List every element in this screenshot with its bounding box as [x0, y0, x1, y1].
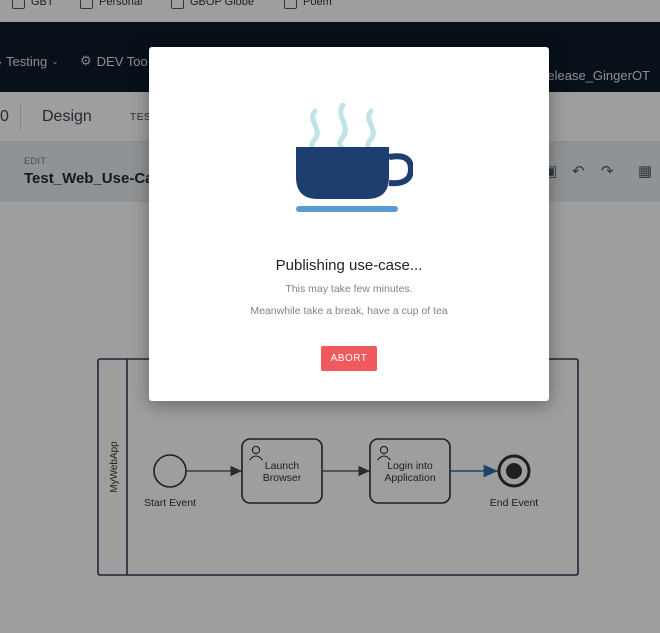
modal-title: Publishing use-case... [275, 257, 423, 274]
tea-cup-icon [296, 103, 413, 212]
abort-button[interactable]: ABORT [321, 346, 377, 371]
publishing-modal: Publishing use-case... This may take few… [149, 47, 549, 401]
modal-subtitle: This may take few minutes. [285, 283, 413, 295]
modal-subtitle-secondary: Meanwhile take a break, have a cup of te… [250, 305, 448, 317]
page: GBT Personal GBOP Globe Poem ◞ Testing ⌄… [0, 0, 660, 633]
